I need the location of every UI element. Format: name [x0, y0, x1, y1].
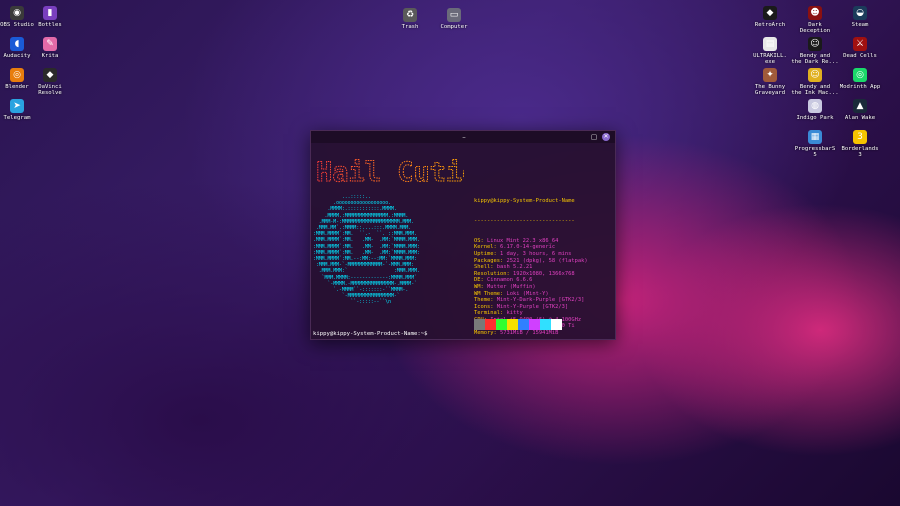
- info-value: 1920x1080, 1366x768: [512, 270, 575, 277]
- user-host: kippy@kippy-System-Product-Name: [474, 198, 575, 205]
- palette-swatch: [540, 319, 551, 330]
- info-key: OS:: [474, 237, 487, 244]
- desktop-icon-label: Modrinth App: [839, 84, 881, 90]
- info-key: Theme:: [474, 297, 497, 304]
- info-row: Memory: 5731MiB / 15941MiB: [474, 330, 588, 337]
- info-key: WM:: [474, 283, 487, 290]
- info-row: DE: Cinnamon 6.6.6: [474, 277, 588, 284]
- desktop-icon-label: DaVinci Resolve: [38, 84, 62, 97]
- maximize-icon[interactable]: ▢: [590, 133, 598, 141]
- mint-ascii-logo: ...:::::.. .oooooooooooooooooo. .MMMM:.:…: [313, 195, 420, 306]
- info-value: kitty: [506, 310, 523, 317]
- app-icon[interactable]: ◍: [808, 99, 822, 113]
- info-key: Kernel:: [474, 244, 500, 251]
- app-icon[interactable]: ➤: [10, 99, 24, 113]
- app-icon[interactable]: ⚔: [853, 37, 867, 51]
- info-row: Resolution: 1920x1080, 1366x768: [474, 271, 588, 278]
- desktop-icon[interactable]: ◒ Steam: [828, 6, 892, 28]
- separator: -------------------------------: [474, 217, 575, 224]
- info-row: Packages: 2521 (dpkg), 58 (flatpak): [474, 258, 588, 265]
- info-row: Kernel: 6.17.0-14-generic: [474, 244, 588, 251]
- info-key: Packages:: [474, 257, 507, 264]
- desktop-icon[interactable]: ◆ DaVinci Resolve: [18, 68, 82, 96]
- info-value: Cinnamon 6.6.6: [486, 277, 533, 284]
- terminal-window[interactable]: – ▢ ✕ Hail Cutie ...:::::.. .ooooooooooo…: [310, 130, 616, 340]
- app-icon[interactable]: 3: [853, 130, 867, 144]
- app-icon[interactable]: ◆: [763, 6, 777, 20]
- palette-swatch: [529, 319, 540, 330]
- info-value: 2521 (dpkg), 58 (flatpak): [506, 257, 588, 264]
- palette-swatch: [507, 319, 518, 330]
- info-value: Mint-Y-Dark-Purple [GTK2/3]: [496, 297, 585, 304]
- info-value: bash 5.2.21: [496, 264, 533, 271]
- desktop-icon[interactable]: ⚔ Dead Cells: [828, 37, 892, 59]
- app-icon[interactable]: ◒: [853, 6, 867, 20]
- app-icon[interactable]: ☻: [808, 6, 822, 20]
- shell-prompt[interactable]: kippy@kippy-System-Product-Name:~$: [313, 331, 428, 337]
- desktop-icon-label: Dead Cells: [843, 53, 877, 59]
- desktop-icon-label: Steam: [851, 22, 869, 28]
- info-row: Theme: Mint-Y-Dark-Purple [GTK2/3]: [474, 297, 588, 304]
- desktop-icon-label: Borderlands 3: [841, 146, 879, 159]
- banner-text: Hail Cutie: [316, 157, 464, 188]
- info-value: Loki (Mint-Y): [506, 290, 549, 297]
- palette-swatch: [474, 319, 485, 330]
- app-icon[interactable]: ▤: [763, 37, 777, 51]
- info-row: Terminal: kitty: [474, 310, 588, 317]
- info-row: OS: Linux Mint 22.3 x86_64: [474, 238, 588, 245]
- desktop-icon[interactable]: ▮ Bottles: [18, 6, 82, 28]
- desktop-icon-label: Krita: [41, 53, 59, 59]
- info-key: Resolution:: [474, 270, 513, 277]
- desktop-icon[interactable]: ✎ Krita: [18, 37, 82, 59]
- desktop-icon[interactable]: ◎ Modrinth App: [828, 68, 892, 90]
- app-icon[interactable]: ✎: [43, 37, 57, 51]
- app-icon[interactable]: ✦: [763, 68, 777, 82]
- app-icon[interactable]: ☺: [808, 68, 822, 82]
- app-icon[interactable]: ▭: [447, 8, 461, 22]
- hail-cutie-banner: Hail Cutie: [316, 157, 465, 189]
- info-key: Icons:: [474, 303, 497, 310]
- desktop-icon-label: Alan Wake: [844, 115, 876, 121]
- desktop-icon[interactable]: ➤ Telegram: [0, 99, 49, 121]
- info-row: Icons: Mint-Y-Purple [GTK2/3]: [474, 304, 588, 311]
- info-row: WM: Mutter (Muffin): [474, 284, 588, 291]
- close-icon[interactable]: ✕: [602, 133, 610, 141]
- info-key: Terminal:: [474, 310, 507, 317]
- app-icon[interactable]: ▲: [853, 99, 867, 113]
- app-icon[interactable]: ☺: [808, 37, 822, 51]
- info-key: WM Theme:: [474, 290, 507, 297]
- desktop-icon[interactable]: ▲ Alan Wake: [828, 99, 892, 121]
- palette-swatch: [496, 319, 507, 330]
- color-palette: [474, 319, 562, 330]
- info-row: WM Theme: Loki (Mint-Y): [474, 291, 588, 298]
- app-icon[interactable]: ◎: [853, 68, 867, 82]
- terminal-content[interactable]: Hail Cutie ...:::::.. .ooooooooooooooooo…: [311, 143, 615, 339]
- info-key: Shell:: [474, 264, 497, 271]
- info-row: Shell: bash 5.2.21: [474, 264, 588, 271]
- app-icon[interactable]: ♻: [403, 8, 417, 22]
- info-value: Linux Mint 22.3 x86_64: [486, 237, 559, 244]
- info-key: Memory:: [474, 330, 500, 337]
- app-icon[interactable]: ◆: [43, 68, 57, 82]
- app-icon[interactable]: ▦: [808, 130, 822, 144]
- palette-swatch: [518, 319, 529, 330]
- desktop-icon[interactable]: ▭ Computer: [422, 8, 486, 30]
- desktop-icon-label: Computer: [440, 24, 468, 30]
- info-value: Mutter (Muffin): [486, 283, 536, 290]
- info-key: Uptime:: [474, 250, 500, 257]
- window-titlebar[interactable]: – ▢ ✕: [311, 131, 615, 143]
- desktop-icon-label: Bottles: [38, 22, 62, 28]
- info-value: 1 day, 3 hours, 6 mins: [499, 250, 572, 257]
- minimize-icon[interactable]: –: [460, 133, 468, 141]
- app-icon[interactable]: ▮: [43, 6, 57, 20]
- desktop-icon-label: Telegram: [3, 115, 31, 121]
- palette-swatch: [485, 319, 496, 330]
- info-key: DE:: [474, 277, 487, 284]
- info-row: Uptime: 1 day, 3 hours, 6 mins: [474, 251, 588, 258]
- info-value: 6.17.0-14-generic: [499, 244, 556, 251]
- palette-swatch: [551, 319, 562, 330]
- info-value: Mint-Y-Purple [GTK2/3]: [496, 303, 569, 310]
- desktop-icon[interactable]: 3 Borderlands 3: [828, 130, 892, 158]
- info-value: 5731MiB / 15941MiB: [499, 330, 559, 337]
